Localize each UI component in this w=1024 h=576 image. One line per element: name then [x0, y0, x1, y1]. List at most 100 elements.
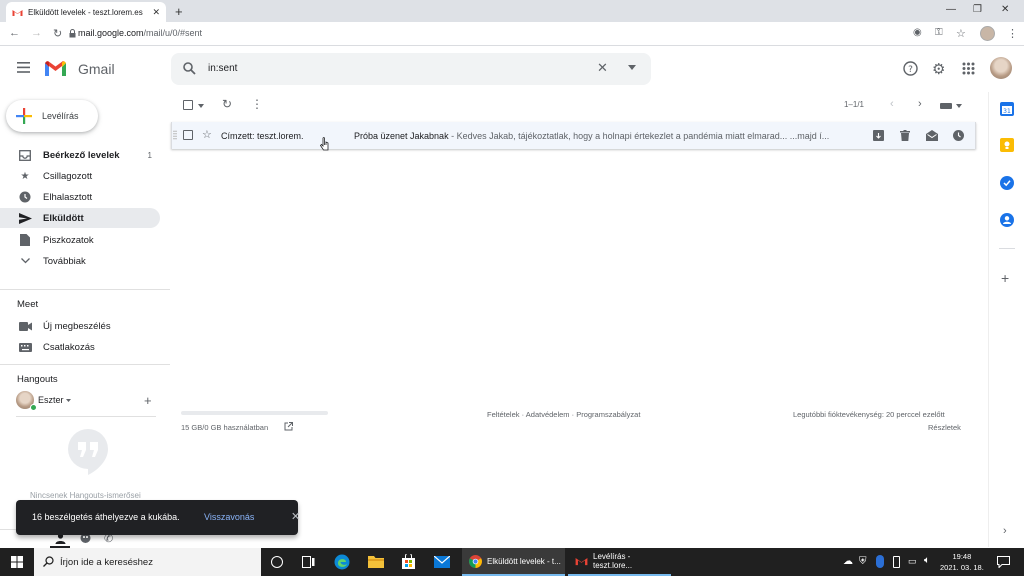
chrome-icon [469, 554, 482, 568]
notifications-icon[interactable] [997, 556, 1010, 568]
snackbar: 16 beszélgetés áthelyezve a kukába. Viss… [16, 500, 300, 535]
archive-icon[interactable] [873, 130, 884, 141]
maximize-icon[interactable]: ❐ [973, 4, 982, 15]
reload-icon[interactable]: ↻ [53, 27, 62, 40]
gmail-taskbar-icon [575, 556, 588, 566]
edge-icon[interactable] [334, 554, 350, 570]
task-view-icon[interactable] [302, 556, 315, 568]
next-page-icon[interactable]: › [918, 98, 922, 110]
browser-profile-avatar[interactable] [980, 26, 995, 41]
search-icon[interactable] [183, 62, 196, 75]
svg-text:31: 31 [1003, 108, 1011, 115]
main-menu-icon[interactable] [17, 62, 30, 73]
search-bar[interactable]: in:sent ✕ [171, 53, 651, 85]
mail-snippet: - Kedves Jakab, tájékoztatlak, hogy a ho… [448, 131, 830, 141]
input-tools-dropdown-icon[interactable] [956, 104, 962, 108]
expand-panel-icon[interactable]: › [1003, 525, 1007, 537]
input-tools-icon[interactable] [940, 103, 952, 109]
minimize-icon[interactable]: — [946, 4, 956, 15]
cortana-icon[interactable] [271, 556, 283, 568]
sidebar-item-inbox[interactable]: Beérkező levelek 1 [0, 145, 160, 165]
meet-item-label: Új megbeszélés [43, 320, 111, 332]
search-input[interactable]: in:sent [208, 63, 237, 74]
storage-usage-text: 15 GB/0 GB használatban [181, 423, 269, 432]
row-checkbox[interactable] [183, 130, 193, 140]
settings-gear-icon[interactable]: ⚙ [932, 60, 945, 78]
gmail-logo-icon[interactable] [44, 60, 67, 77]
apps-grid-icon[interactable] [962, 62, 975, 75]
bookmark-star-icon[interactable]: ☆ [956, 27, 966, 40]
user-dropdown-icon[interactable] [66, 399, 71, 402]
account-avatar[interactable] [990, 57, 1012, 79]
mark-unread-icon[interactable] [926, 130, 938, 141]
snooze-clock-icon[interactable] [953, 130, 964, 141]
meet-new-meeting[interactable]: Új megbeszélés [0, 316, 160, 336]
star-toggle-icon[interactable]: ☆ [202, 128, 212, 141]
store-icon[interactable] [401, 554, 416, 569]
sidebar-item-snoozed[interactable]: Elhalasztott [0, 187, 160, 207]
address-bar[interactable]: mail.google.com/mail/u/0/#sent [78, 28, 202, 38]
key-icon[interactable]: ⚿ [935, 27, 943, 38]
compose-button[interactable]: Levélírás [6, 100, 98, 132]
star-icon: ★ [20, 170, 30, 182]
clear-search-icon[interactable]: ✕ [597, 60, 608, 76]
close-snackbar-icon[interactable]: ✕ [291, 510, 300, 523]
mail-subject: Próba üzenet Jakabnak [354, 131, 449, 141]
cloud-icon[interactable]: ☁ [843, 556, 853, 567]
volume-icon[interactable]: 🔈︎ [924, 555, 930, 566]
browser-tab[interactable]: Elküldött levelek - teszt.lorem.es ✕ [6, 2, 166, 22]
taskbar-app-label: Levélírás - teszt.lore... [593, 552, 633, 570]
mail-app-icon[interactable] [434, 556, 450, 568]
back-icon[interactable]: ← [9, 27, 20, 39]
shield-icon[interactable]: ⛨ [859, 556, 867, 567]
refresh-icon[interactable]: ↻ [222, 97, 232, 111]
undo-button[interactable]: Visszavonás [204, 512, 254, 522]
delete-icon[interactable] [900, 130, 910, 141]
taskbar-search-box[interactable]: Írjon ide a kereséshez [34, 548, 261, 576]
tab-close-icon[interactable]: ✕ [152, 7, 160, 18]
add-addon-icon[interactable]: + [1001, 270, 1009, 286]
footer-links[interactable]: Feltételek · Adatvédelem · Programszabál… [487, 410, 640, 419]
network-icon[interactable]: ▭ [908, 556, 917, 567]
add-contact-icon[interactable]: + [144, 393, 152, 408]
sidebar-item-label: Piszkozatok [43, 234, 94, 246]
hangouts-user-name[interactable]: Eszter [38, 395, 64, 405]
mail-recipient: Címzett: teszt.lorem. [221, 131, 304, 141]
sidebar-item-drafts[interactable]: Piszkozatok [0, 230, 160, 250]
tasks-icon[interactable] [1000, 176, 1014, 190]
select-all-checkbox[interactable] [183, 100, 193, 110]
hangouts-empty-text: Nincsenek Hangouts-ismerősei [30, 491, 141, 500]
browser-menu-icon[interactable]: ⋮ [1007, 27, 1018, 40]
forward-icon[interactable]: → [31, 27, 42, 39]
contacts-icon[interactable] [1000, 213, 1014, 227]
taskbar-clock[interactable]: 19:48 2021. 03. 18. [940, 551, 984, 573]
close-window-icon[interactable]: ✕ [1001, 4, 1009, 15]
battery-icon[interactable] [893, 556, 900, 568]
drag-handle-icon[interactable] [173, 130, 177, 140]
more-actions-icon[interactable]: ⋮ [251, 97, 263, 111]
meet-join[interactable]: Csatlakozás [0, 337, 160, 357]
search-options-icon[interactable] [628, 65, 636, 70]
sidebar-item-sent[interactable]: Elküldött [0, 208, 160, 228]
taskbar-app-compose[interactable]: Levélírás - teszt.lore... [568, 548, 671, 576]
bluetooth-icon[interactable] [876, 555, 884, 568]
keyboard-icon [18, 340, 32, 354]
windows-start-icon[interactable] [11, 556, 23, 568]
eye-icon[interactable]: ◉ [913, 27, 922, 38]
help-icon[interactable]: ? [903, 61, 918, 76]
calendar-icon[interactable]: 31 [1000, 102, 1014, 116]
open-in-new-icon[interactable] [284, 422, 293, 431]
sidebar-item-more[interactable]: Továbbiak [0, 251, 160, 271]
details-link[interactable]: Részletek [928, 423, 961, 432]
taskbar-app-chrome-gmail[interactable]: Elküldött levelek - t... [462, 548, 565, 576]
browser-tab-strip: Elküldött levelek - teszt.lorem.es ✕ + —… [0, 0, 1024, 22]
sidebar-item-starred[interactable]: ★ Csillagozott [0, 166, 160, 186]
taskbar-app-label: Elküldött levelek - t... [487, 556, 561, 566]
select-dropdown-icon[interactable] [198, 104, 204, 108]
gmail-header: Gmail in:sent ✕ ? ⚙ [0, 47, 1024, 91]
file-explorer-icon[interactable] [368, 555, 384, 568]
prev-page-icon[interactable]: ‹ [890, 98, 894, 110]
new-tab-icon[interactable]: + [175, 4, 183, 19]
mail-row[interactable]: ☆ Címzett: teszt.lorem. Próba üzenet Jak… [171, 122, 976, 151]
keep-icon[interactable] [1000, 138, 1014, 152]
